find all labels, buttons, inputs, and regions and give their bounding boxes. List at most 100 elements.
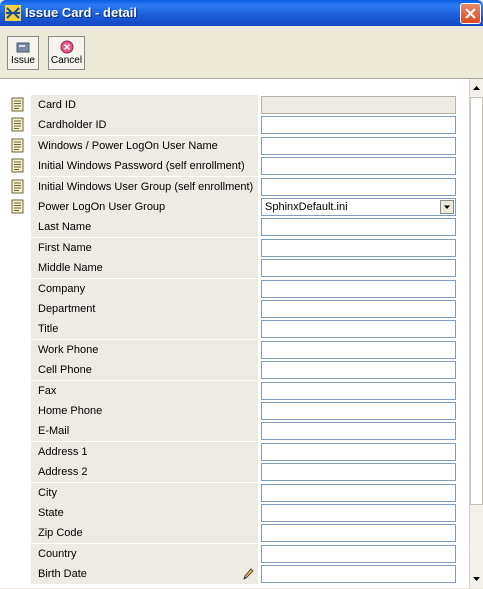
field-input[interactable] <box>261 279 456 298</box>
window-title: Issue Card - detail <box>25 5 137 20</box>
form-row: Cell Phone <box>0 360 469 381</box>
form-row: Initial Windows User Group (self enrollm… <box>0 176 469 197</box>
document-icon <box>11 199 24 214</box>
form-row: City <box>0 482 469 503</box>
document-icon <box>11 97 24 112</box>
field-input[interactable] <box>261 565 456 584</box>
field-label: Country <box>31 543 258 564</box>
form-row: Title <box>0 319 469 340</box>
form-row: Country <box>0 543 469 564</box>
chevron-down-icon <box>444 205 450 209</box>
field-input[interactable] <box>261 157 456 176</box>
form-row: Initial Windows Password (self enrollmen… <box>0 156 469 177</box>
issue-label: Issue <box>11 55 35 66</box>
document-icon <box>11 179 24 194</box>
arrow-down-icon <box>473 577 480 581</box>
form-row: Cardholder ID <box>0 115 469 136</box>
field-input[interactable] <box>261 340 456 359</box>
field-label: Initial Windows Password (self enrollmen… <box>31 156 258 177</box>
field-label: Title <box>31 319 258 340</box>
arrow-up-icon <box>473 86 480 90</box>
select-value: SphinxDefault.ini <box>265 201 348 213</box>
form-row: Fax <box>0 380 469 401</box>
field-input[interactable] <box>261 381 456 400</box>
field-label: E-Mail <box>31 421 258 442</box>
cancel-label: Cancel <box>50 55 83 66</box>
field-input[interactable] <box>261 422 456 441</box>
document-icon <box>11 158 24 173</box>
field-label: Birth Date <box>31 564 258 585</box>
field-input[interactable] <box>261 402 456 420</box>
field-label: Power LogOn User Group <box>31 197 258 217</box>
cancel-icon <box>60 40 73 54</box>
field-label: Card ID <box>31 95 258 115</box>
scroll-thumb[interactable] <box>470 97 483 505</box>
issue-button[interactable]: Issue <box>7 36 39 70</box>
pencil-icon <box>243 568 254 580</box>
card-icon <box>16 42 30 53</box>
form-row: Middle Name <box>0 258 469 279</box>
field-input[interactable] <box>261 259 456 278</box>
field-input[interactable] <box>261 361 456 380</box>
field-input[interactable] <box>261 136 456 155</box>
field-label: Initial Windows User Group (self enrollm… <box>31 176 258 197</box>
field-label: Fax <box>31 380 258 401</box>
field-input[interactable] <box>261 320 456 339</box>
form-row: Card ID <box>0 95 469 115</box>
field-input[interactable] <box>261 442 456 461</box>
dropdown-button[interactable] <box>440 200 454 214</box>
field-input[interactable] <box>261 463 456 482</box>
field-input[interactable] <box>261 544 456 563</box>
form-row: First Name <box>0 237 469 258</box>
vertical-scrollbar[interactable] <box>469 79 483 588</box>
user-group-select[interactable]: SphinxDefault.ini <box>261 198 456 216</box>
field-input[interactable] <box>261 524 456 543</box>
edit-date-button[interactable] <box>240 566 256 583</box>
field-label: Department <box>31 299 258 319</box>
form-row: E-Mail <box>0 421 469 442</box>
form-row: Department <box>0 299 469 319</box>
form-row: Power LogOn User Group SphinxDefault.ini <box>0 197 469 217</box>
form-row: Address 1 <box>0 441 469 462</box>
form-row: Company <box>0 278 469 299</box>
form-panel: Card ID Cardholder ID Windows / Power LogO… <box>0 79 469 588</box>
form-row: Birth Date <box>0 564 469 585</box>
form-row: Zip Code <box>0 523 469 544</box>
scroll-up-button[interactable] <box>470 81 483 95</box>
field-input[interactable] <box>261 483 456 502</box>
app-icon <box>5 5 21 21</box>
field-label: Windows / Power LogOn User Name <box>31 135 258 156</box>
field-label: Home Phone <box>31 401 258 421</box>
form-row: Last Name <box>0 217 469 238</box>
form-row: Home Phone <box>0 401 469 421</box>
field-input[interactable] <box>261 177 456 196</box>
field-input[interactable] <box>261 300 456 318</box>
field-label: Address 1 <box>31 441 258 462</box>
document-icon <box>11 117 24 132</box>
form-row: Address 2 <box>0 462 469 483</box>
field-label: Company <box>31 278 258 299</box>
field-label: Work Phone <box>31 339 258 360</box>
field-label: Last Name <box>31 217 258 238</box>
close-button[interactable] <box>460 3 481 24</box>
field-input[interactable] <box>261 96 456 114</box>
close-icon <box>465 8 476 19</box>
form-row: Windows / Power LogOn User Name <box>0 135 469 156</box>
title-bar: Issue Card - detail <box>0 0 483 26</box>
field-label: City <box>31 482 258 503</box>
field-label: First Name <box>31 237 258 258</box>
field-label: Cell Phone <box>31 360 258 381</box>
field-label: Zip Code <box>31 523 258 544</box>
scroll-down-button[interactable] <box>470 572 483 586</box>
field-input[interactable] <box>261 116 456 135</box>
field-input[interactable] <box>261 218 456 237</box>
form-row: Work Phone <box>0 339 469 360</box>
field-input[interactable] <box>261 238 456 257</box>
form-row: State <box>0 503 469 523</box>
field-input[interactable] <box>261 504 456 522</box>
cancel-button[interactable]: Cancel <box>48 36 85 70</box>
field-label: State <box>31 503 258 523</box>
field-label: Cardholder ID <box>31 115 258 136</box>
toolbar: Issue Cancel <box>0 26 483 79</box>
field-label: Address 2 <box>31 462 258 483</box>
